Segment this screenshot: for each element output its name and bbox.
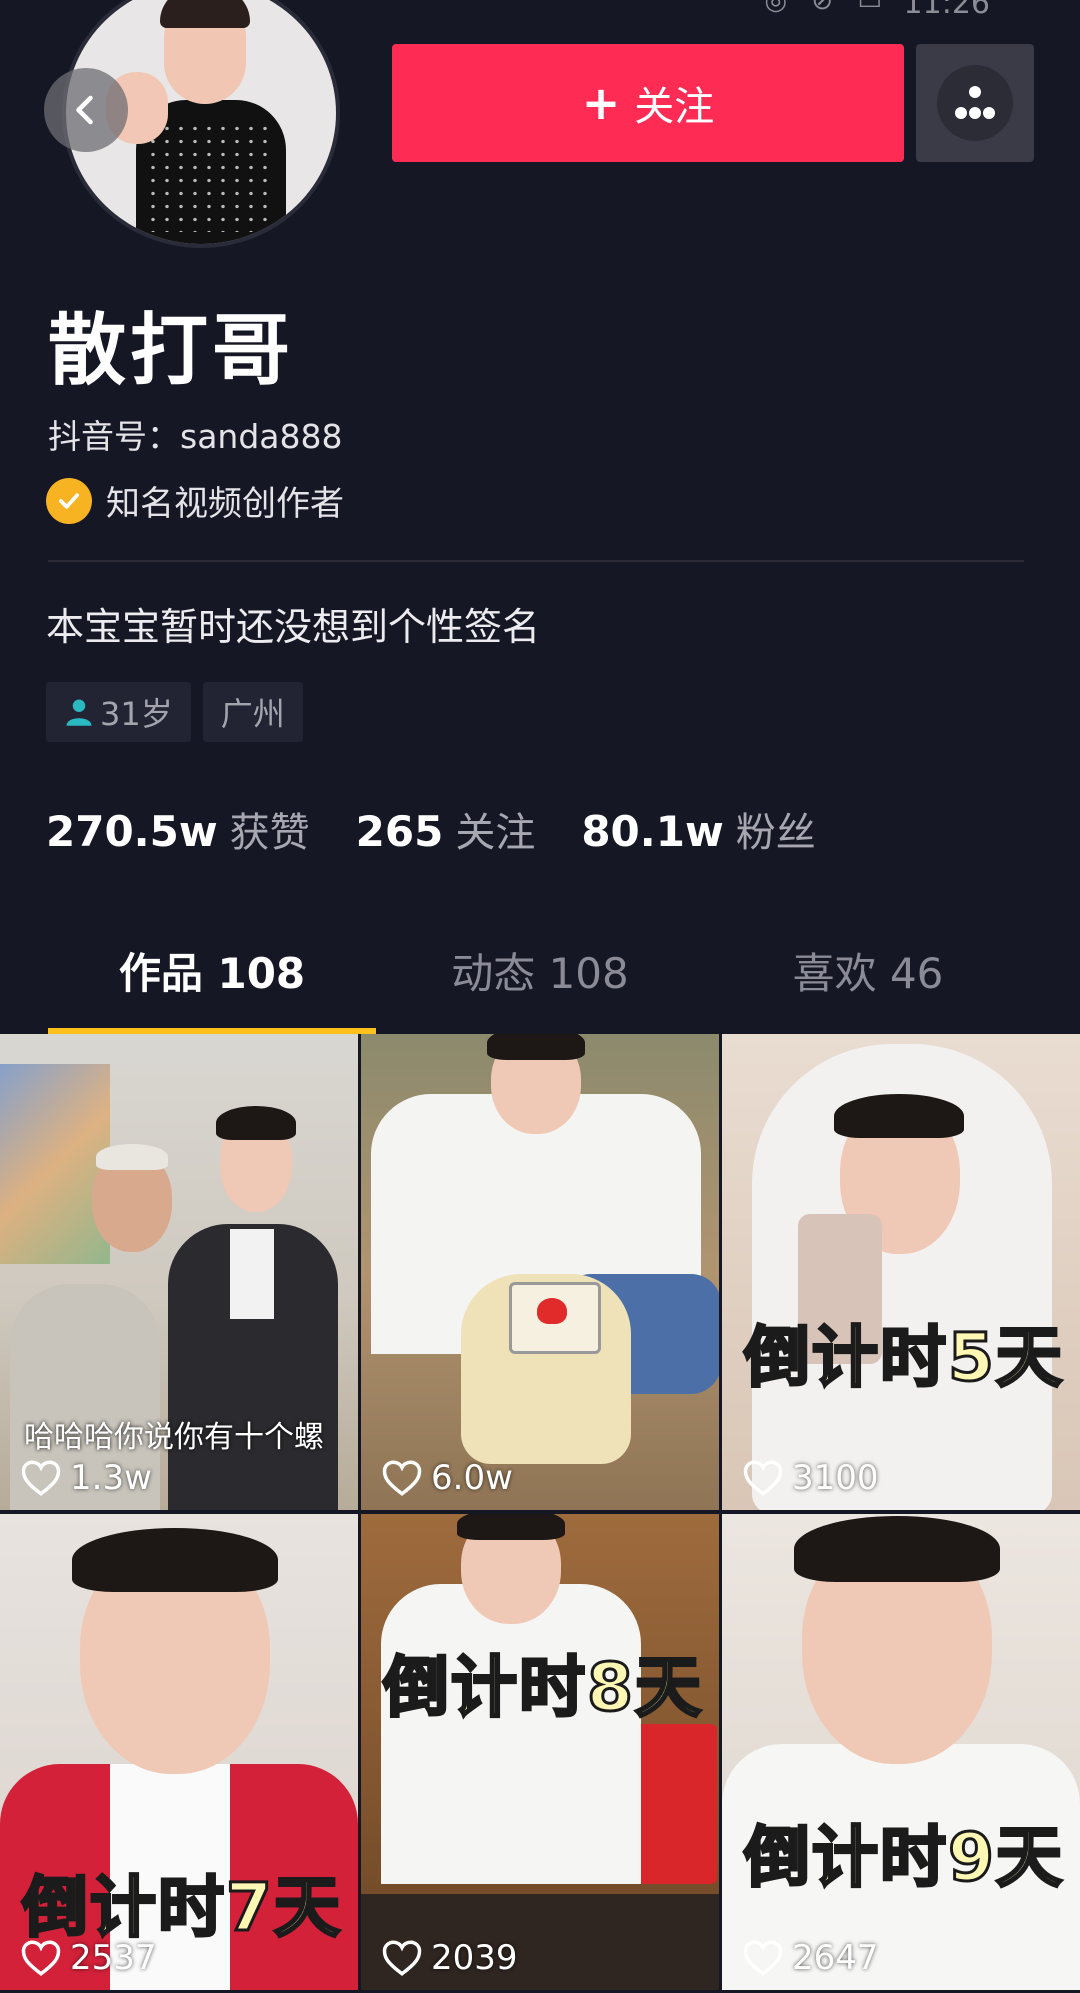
person-icon — [66, 699, 92, 726]
checkmark-badge-icon — [46, 477, 92, 524]
more-button[interactable] — [916, 44, 1034, 162]
video-likes: 6.0w — [381, 1458, 513, 1498]
video-likes: 1.3w — [20, 1458, 152, 1498]
likes-label: 获赞 — [229, 810, 310, 856]
likes-count-label: 3100 — [792, 1458, 879, 1498]
more-dots-icon — [955, 86, 995, 119]
profile-name: 散打哥 — [48, 306, 295, 396]
heart-outline-icon — [21, 1460, 61, 1496]
profile-tags: 31岁 广州 — [46, 682, 303, 742]
age-label: 31岁 — [100, 695, 173, 733]
city-label: 广州 — [220, 695, 285, 733]
tab-works[interactable]: 作品 108 — [52, 940, 372, 1001]
follow-label: 关注 — [634, 84, 715, 130]
video-grid: 哈哈哈你说你有十个螺 1.3w 6.0w 倒计时5天 3100 倒计时7天 25… — [0, 1034, 1080, 1993]
video-thumbnail[interactable]: 倒计时7天 2537 — [0, 1514, 358, 1990]
video-caption-overlay: 倒计时8天 — [382, 1648, 703, 1728]
age-tag: 31岁 — [46, 682, 191, 742]
likes-count-label: 1.3w — [70, 1458, 152, 1498]
likes-count: 270.5w — [46, 807, 218, 856]
heart-outline-icon — [743, 1940, 783, 1976]
followers-count[interactable]: 80.1w — [581, 807, 723, 856]
video-caption-overlay: 倒计时5天 — [743, 1318, 1064, 1398]
status-time: 11:26 — [903, 0, 990, 21]
video-thumbnail[interactable]: 倒计时9天 2647 — [722, 1514, 1080, 1990]
chevron-left-icon — [76, 95, 93, 125]
heart-outline-icon — [382, 1940, 422, 1976]
follow-button[interactable]: + 关注 — [392, 44, 904, 162]
back-button[interactable] — [44, 68, 128, 152]
verified-label: 知名视频创作者 — [106, 484, 344, 524]
tab-likes[interactable]: 喜欢 46 — [708, 940, 1028, 1001]
video-subtitle: 哈哈哈你说你有十个螺 — [24, 1420, 324, 1455]
video-thumbnail[interactable]: 哈哈哈你说你有十个螺 1.3w — [0, 1034, 358, 1510]
video-likes: 2537 — [20, 1938, 157, 1978]
video-thumbnail[interactable]: 倒计时5天 3100 — [722, 1034, 1080, 1510]
city-tag: 广州 — [202, 682, 303, 742]
divider — [48, 560, 1024, 562]
plus-icon: + — [581, 76, 621, 130]
verified-badge: 知名视频创作者 — [46, 476, 344, 525]
likes-count-label: 2647 — [792, 1938, 879, 1978]
tab-activity[interactable]: 动态 108 — [380, 940, 700, 1001]
following-label[interactable]: 关注 — [455, 800, 535, 858]
likes-count-label: 2537 — [70, 1938, 157, 1978]
douyin-id: 抖音号：sanda888 — [48, 417, 343, 456]
following-count[interactable]: 265 — [356, 807, 444, 856]
video-caption-overlay: 倒计时9天 — [743, 1818, 1064, 1898]
followers-label[interactable]: 粉丝 — [736, 800, 816, 858]
video-thumbnail[interactable]: 倒计时8天 2039 — [361, 1514, 719, 1990]
video-likes: 2039 — [381, 1938, 518, 1978]
content-tabs: 作品 108 动态 108 喜欢 46 — [0, 940, 1080, 1032]
heart-outline-icon — [21, 1940, 61, 1976]
signature: 本宝宝暂时还没想到个性签名 — [46, 605, 541, 649]
profile-stats: 270.5w 获赞 265 关注 80.1w 粉丝 — [46, 800, 816, 858]
video-likes: 2647 — [742, 1938, 879, 1978]
status-icons: ◎ ⊘ ▭ — [764, 0, 890, 16]
likes-count-label: 6.0w — [431, 1458, 513, 1498]
video-likes: 3100 — [742, 1458, 879, 1498]
heart-outline-icon — [382, 1460, 422, 1496]
video-caption-overlay: 倒计时7天 — [21, 1868, 342, 1948]
likes-count-label: 2039 — [431, 1938, 518, 1978]
video-thumbnail[interactable]: 6.0w — [361, 1034, 719, 1510]
heart-outline-icon — [743, 1460, 783, 1496]
